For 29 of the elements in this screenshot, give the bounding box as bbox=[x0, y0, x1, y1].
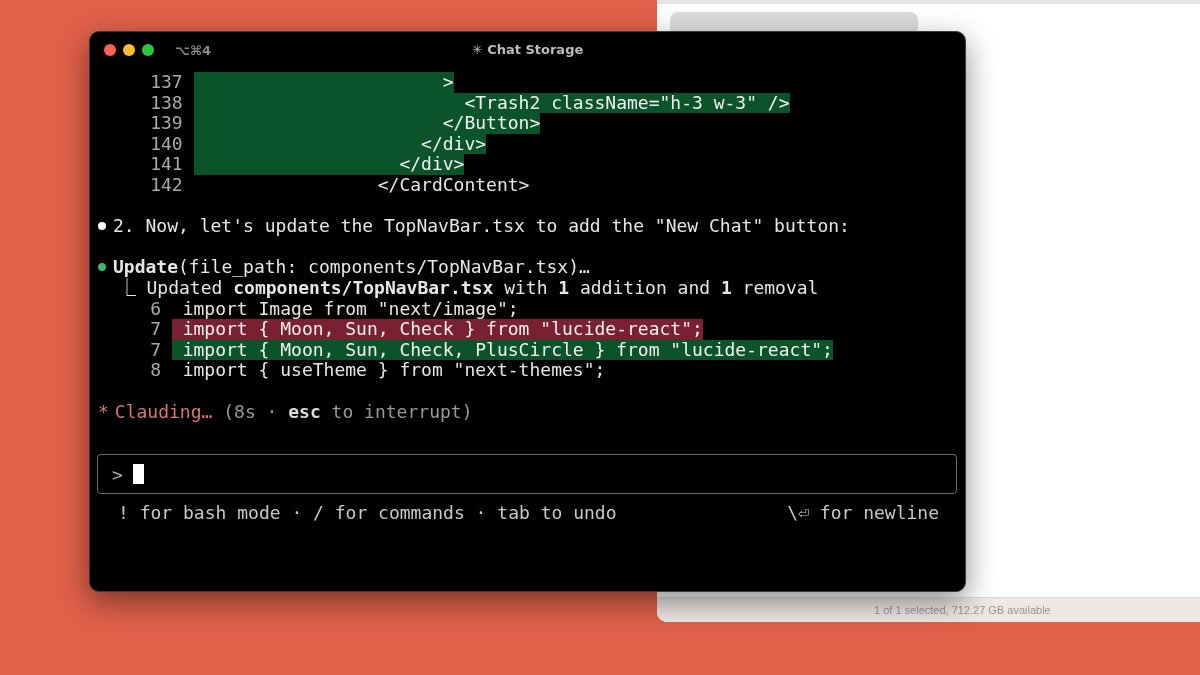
message-text: 2. Now, let's update the TopNavBar.tsx to add the "New Chat" button: bbox=[113, 216, 850, 237]
newline-hint: \⏎ for newline bbox=[787, 502, 939, 524]
zoom-button[interactable] bbox=[142, 44, 154, 56]
line-number: 7 bbox=[150, 339, 161, 361]
line-number: 142 bbox=[150, 174, 183, 196]
status-label: Clauding… bbox=[114, 401, 213, 423]
line-number: 139 bbox=[150, 113, 183, 134]
shortcut-label: ⌥⌘4 bbox=[175, 42, 212, 58]
window-title: ✳ Chat Storage bbox=[471, 42, 584, 57]
line-number: 6 bbox=[150, 298, 161, 320]
line-number: 8 bbox=[150, 360, 161, 381]
line-number: 7 bbox=[150, 319, 161, 340]
spinner-glyph: * bbox=[97, 401, 109, 423]
shortcut-hint: ! for bash mode · / for commands · tab to undo bbox=[118, 502, 617, 524]
status-text: 1 of 1 selected, 712.27 GB available bbox=[657, 597, 1200, 622]
prompt-input[interactable]: > bbox=[97, 454, 957, 495]
line-number: 141 bbox=[150, 154, 183, 175]
code-line: import { useTheme } from "next-themes"; bbox=[181, 360, 606, 381]
minimize-button[interactable] bbox=[123, 44, 135, 56]
tool-name: Update bbox=[113, 257, 179, 278]
line-number: 138 bbox=[150, 92, 183, 114]
tool-args: (file_path: components/TopNavBar.tsx)… bbox=[178, 257, 590, 278]
status-detail: (8s · esc to interrupt) bbox=[223, 401, 473, 423]
line-number: 140 bbox=[150, 133, 183, 155]
line-number: 137 bbox=[150, 72, 183, 93]
code-line: import Image from "next/image"; bbox=[182, 298, 519, 320]
tool-summary: ⎿ Updated components/TopNavBar.tsx with 1 addition and 1 removal bbox=[117, 277, 820, 299]
code-line: </CardContent> bbox=[376, 174, 530, 196]
close-button[interactable] bbox=[104, 44, 116, 56]
